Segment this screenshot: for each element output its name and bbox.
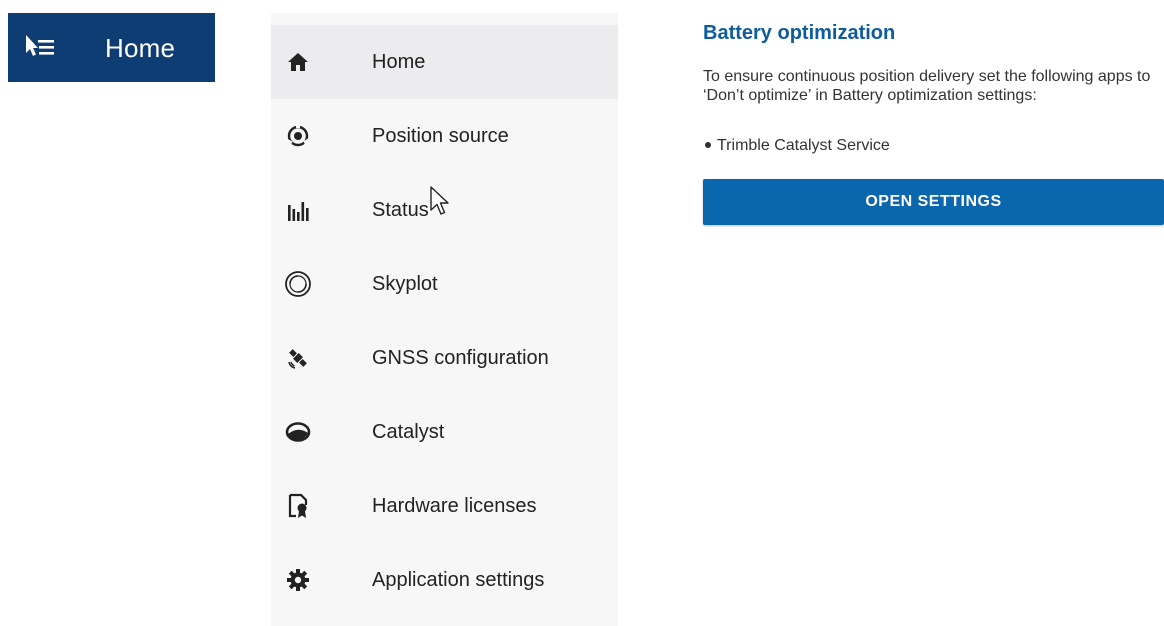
- drawer-item-application-settings[interactable]: Application settings: [271, 543, 618, 617]
- satellite-icon: [283, 343, 313, 373]
- section-title: Battery optimization: [703, 22, 896, 44]
- drawer-item-label: Status: [372, 199, 429, 221]
- app-bar: Home: [8, 13, 215, 82]
- drawer-item-label: Home: [372, 51, 426, 73]
- drawer-item-label: GNSS configuration: [372, 347, 549, 369]
- drawer-item-gnss-configuration[interactable]: GNSS configuration: [271, 321, 618, 395]
- position-source-icon: [283, 121, 313, 151]
- drawer-item-position-source[interactable]: Position source: [271, 99, 618, 173]
- description-text: To ensure continuous position delivery s…: [703, 68, 1151, 104]
- drawer-item-hardware-licenses[interactable]: Hardware licenses: [271, 469, 618, 543]
- skyplot-icon: [283, 269, 313, 299]
- license-icon: [283, 491, 313, 521]
- drawer-item-skyplot[interactable]: Skyplot: [271, 247, 618, 321]
- drawer-item-catalyst[interactable]: Catalyst: [271, 395, 618, 469]
- app-bar-title: Home: [105, 33, 176, 63]
- screen: Home Home Position source Status Skyplot…: [0, 0, 1164, 626]
- app-name: Trimble Catalyst Service: [717, 137, 890, 154]
- battery-optimization-panel: Battery optimization To ensure continuou…: [703, 20, 1164, 225]
- status-bars-icon: [283, 195, 313, 225]
- menu-open-icon[interactable]: [24, 35, 60, 61]
- open-settings-button[interactable]: OPEN SETTINGS: [703, 179, 1164, 225]
- mouse-cursor-icon: [430, 186, 449, 215]
- home-icon: [283, 47, 313, 77]
- drawer-item-label: Catalyst: [372, 421, 445, 443]
- drawer-item-label: Hardware licenses: [372, 495, 537, 517]
- drawer-item-label: Position source: [372, 125, 509, 147]
- navigation-drawer: Home Position source Status Skyplot GNSS…: [271, 13, 618, 626]
- drawer-item-home[interactable]: Home: [271, 25, 618, 99]
- drawer-item-label: Application settings: [372, 569, 545, 591]
- catalyst-icon: [283, 417, 313, 447]
- gear-icon: [283, 565, 313, 595]
- drawer-item-label: Skyplot: [372, 273, 438, 295]
- bullet-icon: [705, 141, 711, 148]
- list-item: Trimble Catalyst Service: [703, 136, 890, 156]
